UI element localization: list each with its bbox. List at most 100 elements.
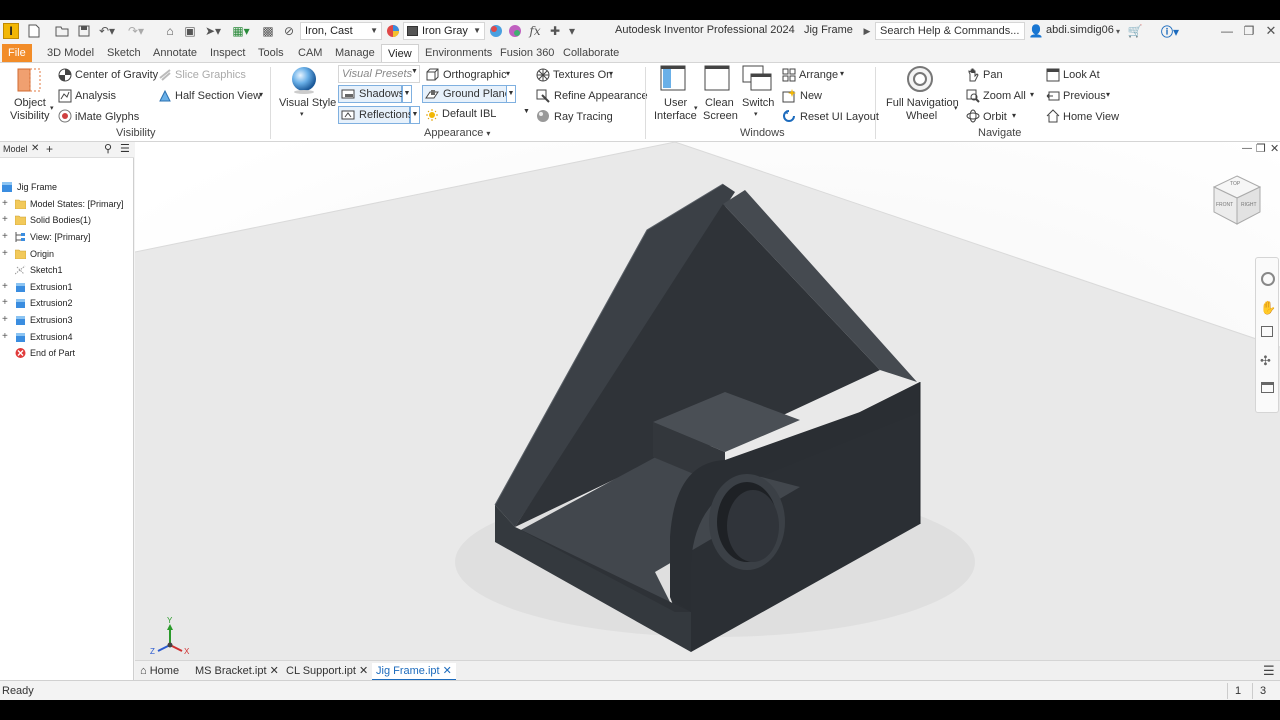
expand-icon[interactable]: + — [2, 212, 8, 228]
full-navigation-wheel-button[interactable]: Full Navigation Wheel ▾ — [882, 65, 962, 123]
visual-presets-select[interactable]: Visual Presets ▼ — [338, 65, 420, 83]
doc-tab-cl-support[interactable]: CL Support.ipt ✕ — [286, 663, 368, 681]
expand-icon[interactable]: + — [2, 196, 8, 212]
close-window-icon[interactable]: ✕ — [1264, 23, 1278, 39]
half-section-chevron-icon[interactable]: ▾ — [259, 90, 263, 99]
tab-environments[interactable]: Environments — [419, 44, 498, 62]
orbit-button[interactable]: Orbit — [983, 111, 1007, 123]
appearance-panel-title[interactable]: Appearance ▾ — [424, 127, 490, 139]
customize-qat-icon[interactable]: ▾ — [565, 23, 579, 39]
restore-icon[interactable]: ❐ — [1242, 23, 1256, 39]
user-menu-chevron-icon[interactable]: ▾ — [1113, 23, 1123, 39]
inventor-logo[interactable]: I — [3, 23, 19, 39]
home-icon[interactable]: ⌂ — [162, 23, 178, 39]
expand-icon[interactable]: + — [2, 312, 8, 328]
center-of-gravity-button[interactable]: Center of Gravity — [75, 69, 158, 81]
view-close-icon[interactable]: ✕ — [1270, 142, 1279, 155]
doc-tabs-menu-icon[interactable]: ☰ — [1263, 663, 1275, 679]
tab-file[interactable]: File — [2, 44, 32, 62]
return-icon[interactable]: ▣ — [182, 23, 198, 39]
imate-glyphs-button[interactable]: iMate Glyphs — [75, 111, 139, 123]
viewcube-right[interactable]: RIGHT — [1241, 202, 1257, 208]
open-icon[interactable] — [54, 23, 70, 39]
tab-view[interactable]: View — [381, 44, 419, 62]
textures-chevron-icon[interactable]: ▾ — [609, 69, 613, 78]
save-icon[interactable] — [76, 23, 92, 39]
expand-icon[interactable]: + — [2, 246, 8, 262]
new-icon[interactable] — [26, 23, 42, 39]
tree-item-origin[interactable]: + Origin — [0, 246, 134, 262]
analysis-button[interactable]: Analysis — [75, 90, 116, 102]
tab-tools[interactable]: Tools — [252, 44, 290, 62]
tree-item-sketch1[interactable]: Sketch1 — [0, 262, 134, 278]
select-icon[interactable]: ➤▾ — [202, 23, 224, 39]
search-help-input[interactable]: Search Help & Commands... — [875, 22, 1025, 40]
expand-icon[interactable]: + — [2, 295, 8, 311]
textures-on-button[interactable]: Textures On — [553, 69, 612, 81]
navbar-zoom-icon[interactable] — [1261, 326, 1273, 337]
expand-icon[interactable]: + — [2, 329, 8, 345]
ray-tracing-button[interactable]: Ray Tracing — [554, 111, 613, 123]
cancel-icon[interactable]: ⊘ — [281, 23, 297, 39]
user-icon[interactable]: 👤 — [1028, 23, 1044, 39]
ibl-select[interactable]: Default IBL ▼ — [422, 106, 532, 124]
clear-appearance-icon[interactable] — [507, 23, 523, 39]
update-icon[interactable]: ▦▾ — [230, 23, 252, 39]
tab-inspect[interactable]: Inspect — [204, 44, 251, 62]
tree-item-root[interactable]: Jig Frame — [0, 179, 134, 195]
add-icon[interactable]: ✚ — [548, 23, 562, 39]
tree-item-view[interactable]: + View: [Primary] — [0, 229, 134, 245]
view-minimize-icon[interactable]: — — [1242, 143, 1252, 154]
tab-collaborate[interactable]: Collaborate — [557, 44, 625, 62]
close-tab-icon[interactable]: ✕ — [443, 665, 452, 677]
navbar-wheel-icon[interactable] — [1261, 272, 1275, 286]
orthographic-button[interactable]: Orthographic — [443, 69, 507, 81]
orbit-chevron-icon[interactable]: ▾ — [1012, 111, 1016, 120]
tab-sketch[interactable]: Sketch — [101, 44, 147, 62]
reflections-dropdown[interactable]: ▼ — [410, 106, 420, 124]
browser-tab-model[interactable]: Model — [3, 144, 28, 154]
navbar-orbit-icon[interactable]: ✣ — [1260, 353, 1271, 369]
doc-tab-jig-frame[interactable]: Jig Frame.ipt ✕ — [372, 663, 456, 681]
look-at-button[interactable]: Look At — [1063, 69, 1100, 81]
viewcube-top[interactable]: TOP — [1230, 181, 1240, 187]
appearance-select[interactable]: Iron Gray ▼ — [403, 22, 485, 40]
tab-3d-model[interactable]: 3D Model — [41, 44, 100, 62]
shadows-dropdown[interactable]: ▼ — [402, 85, 412, 103]
tree-item-extrusion4[interactable]: + Extrusion4 — [0, 329, 134, 345]
visual-style-button[interactable]: Visual Style ▾ — [276, 65, 336, 123]
zoom-chevron-icon[interactable]: ▾ — [1030, 90, 1034, 99]
reset-ui-layout-button[interactable]: Reset UI Layout — [800, 111, 879, 123]
slice-graphics-button[interactable]: Slice Graphics — [175, 69, 246, 81]
adjust-appearance-icon[interactable] — [488, 23, 504, 39]
zoom-all-button[interactable]: Zoom All — [983, 90, 1026, 102]
cart-icon[interactable]: 🛒 — [1127, 23, 1143, 39]
close-tab-icon[interactable]: ✕ — [270, 665, 279, 677]
navbar-pan-icon[interactable]: ✋ — [1260, 300, 1276, 316]
expand-icon[interactable]: + — [2, 279, 8, 295]
tab-manage[interactable]: Manage — [329, 44, 381, 62]
browser-menu-icon[interactable]: ☰ — [120, 142, 130, 155]
object-visibility-button[interactable]: Object Visibility ▾ — [8, 65, 54, 123]
material-select[interactable]: Iron, Cast ▼ — [300, 22, 382, 40]
doc-tab-ms-bracket[interactable]: MS Bracket.ipt ✕ — [195, 663, 279, 681]
viewcube-front[interactable]: FRONT — [1216, 202, 1233, 208]
close-tab-icon[interactable]: ✕ — [359, 665, 368, 677]
help-icon[interactable]: ⓘ▾ — [1156, 23, 1184, 39]
user-interface-button[interactable]: User Interface ▾ — [652, 65, 698, 123]
arrange-chevron-icon[interactable]: ▾ — [840, 69, 844, 78]
minimize-icon[interactable]: — — [1220, 23, 1234, 39]
orthographic-chevron-icon[interactable]: ▾ — [506, 69, 510, 78]
measure-icon[interactable]: ▩ — [260, 23, 276, 39]
new-window-button[interactable]: New — [800, 90, 822, 102]
graphics-viewport[interactable]: Y X Z — ❐ ✕ TOP FRONT RIGHT — [135, 142, 1280, 680]
browser-tab-close-icon[interactable]: ✕ — [31, 143, 39, 154]
clean-screen-button[interactable]: Clean Screen — [700, 65, 738, 123]
tree-item-solid-bodies[interactable]: + Solid Bodies(1) — [0, 212, 134, 228]
browser-search-icon[interactable]: ⚲ — [104, 142, 112, 155]
switch-button[interactable]: Switch ▾ — [740, 65, 776, 123]
tree-item-model-states[interactable]: + Model States: [Primary] — [0, 196, 134, 212]
navbar-look-at-icon[interactable] — [1261, 382, 1274, 393]
color-wheel-icon[interactable] — [385, 23, 401, 39]
tree-item-end-of-part[interactable]: End of Part — [0, 345, 134, 361]
